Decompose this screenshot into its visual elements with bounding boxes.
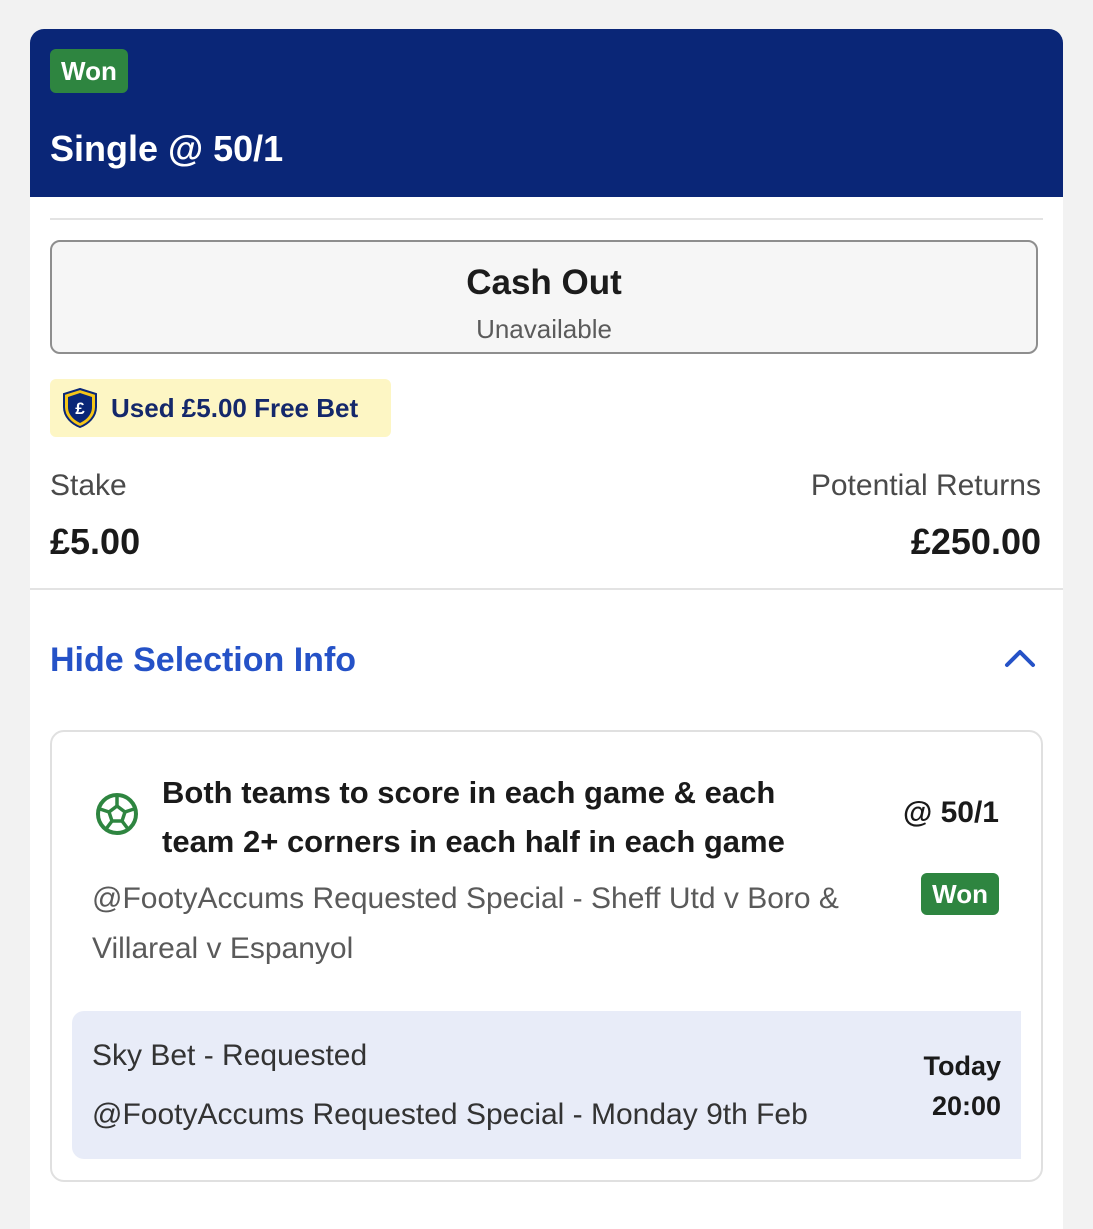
cash-out-status: Unavailable bbox=[476, 314, 612, 344]
bet-title: Single @ 50/1 bbox=[50, 128, 284, 169]
event-time: 20:00 bbox=[931, 1091, 1001, 1121]
selection-status-badge: Won bbox=[921, 873, 999, 915]
chevron-up-icon[interactable] bbox=[1003, 647, 1037, 669]
hide-selection-info-link[interactable]: Hide Selection Info bbox=[50, 641, 356, 680]
free-bet-badge: £ Used £5.00 Free Bet bbox=[50, 379, 391, 437]
selection-market: @FootyAccums Requested Special - Sheff U… bbox=[92, 882, 839, 965]
cash-out-button[interactable]: Cash Out Unavailable bbox=[50, 240, 1038, 354]
divider bbox=[50, 218, 1043, 220]
pound-shield-icon: £ bbox=[63, 388, 97, 428]
stake-label: Stake bbox=[50, 469, 127, 502]
stake-value: £5.00 bbox=[50, 521, 141, 562]
event-competition: Sky Bet - Requested bbox=[92, 1039, 368, 1072]
potential-returns-label: Potential Returns bbox=[810, 469, 1041, 502]
divider bbox=[30, 588, 1063, 590]
free-bet-text: Used £5.00 Free Bet bbox=[111, 392, 359, 423]
potential-returns-value: £250.00 bbox=[910, 521, 1041, 562]
selection-odds: @ 50/1 bbox=[903, 796, 999, 829]
svg-text:£: £ bbox=[75, 399, 85, 418]
event-name: @FootyAccums Requested Special - Monday … bbox=[92, 1098, 808, 1131]
selection-title: Both teams to score in each game & each … bbox=[162, 775, 785, 859]
selection-card: Both teams to score in each game & each … bbox=[50, 730, 1043, 1182]
event-info: Sky Bet - Requested @FootyAccums Request… bbox=[72, 1011, 1021, 1159]
bet-header: Won Single @ 50/1 bbox=[30, 29, 1063, 197]
bet-card: Won Single @ 50/1 Cash Out Unavailable £… bbox=[30, 29, 1063, 1229]
cash-out-label: Cash Out bbox=[466, 263, 622, 302]
event-day: Today bbox=[923, 1051, 1001, 1081]
status-badge: Won bbox=[50, 49, 128, 93]
football-icon bbox=[96, 793, 138, 835]
